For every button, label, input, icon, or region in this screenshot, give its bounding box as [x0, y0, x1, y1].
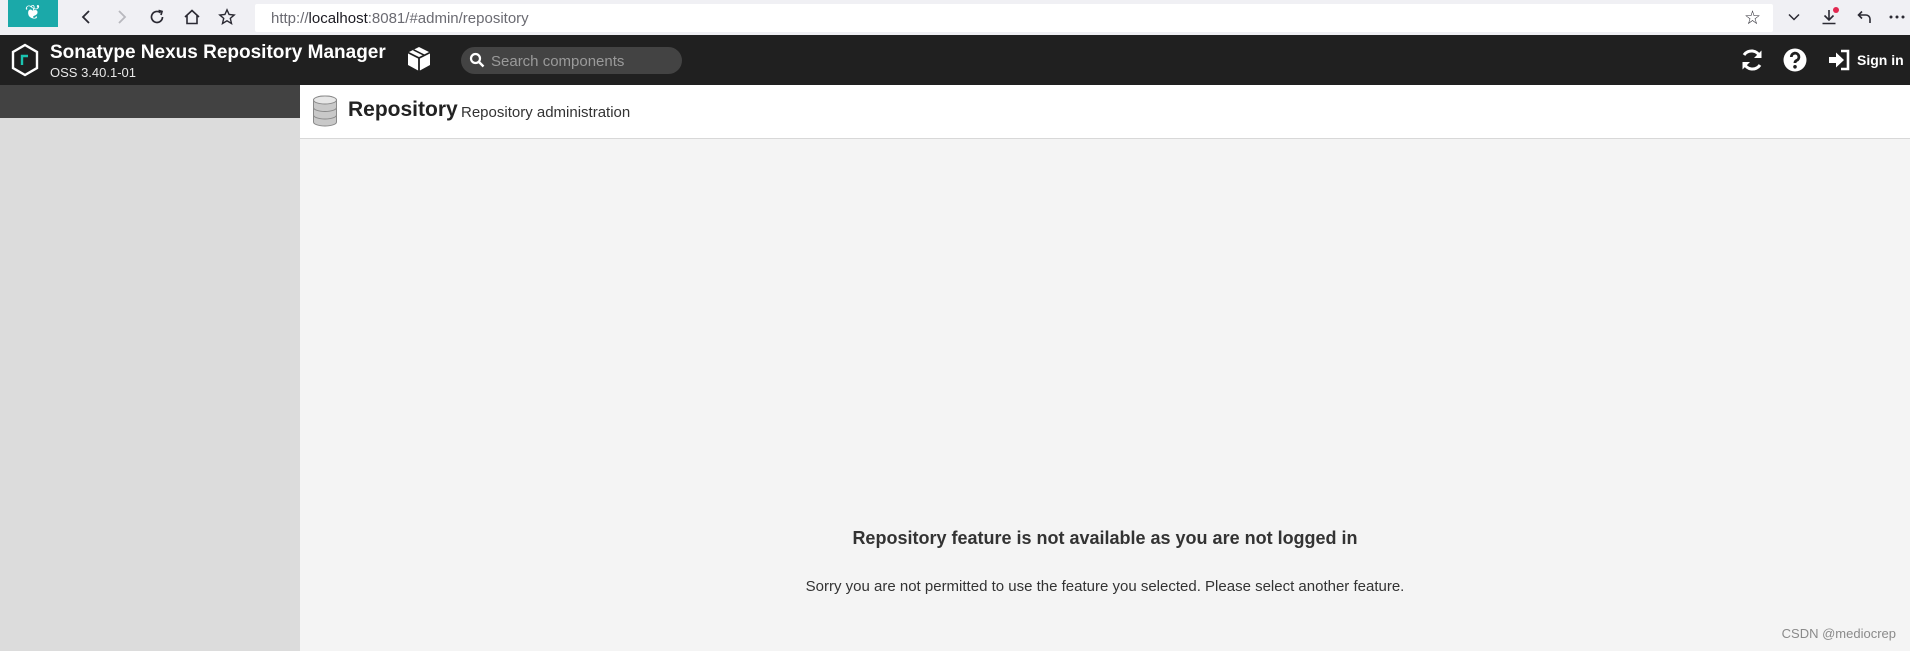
sidebar [0, 85, 300, 651]
search-box [461, 47, 682, 74]
star-icon [218, 8, 236, 25]
browse-cube-icon[interactable] [406, 45, 432, 73]
list-tabs-button[interactable] [1781, 4, 1807, 30]
back-arrow-icon [81, 10, 90, 24]
app-name: Sonatype Nexus Repository Manager [50, 42, 386, 63]
address-bar[interactable]: http://localhost:8081/#admin/repository … [255, 4, 1773, 32]
page-subtitle: Repository administration [461, 104, 631, 121]
home-button[interactable] [179, 4, 205, 30]
app-header: Sonatype Nexus Repository Manager OSS 3.… [0, 35, 1910, 85]
bookmark-star-icon[interactable]: ☆ [1744, 7, 1761, 30]
sign-in-icon [1829, 49, 1850, 71]
browser-toolbar: ❦ http://localhost:8081/#admin/repositor… [0, 0, 1910, 35]
reload-button[interactable] [144, 4, 170, 30]
watermark: CSDN @mediocrep [1781, 626, 1896, 641]
url-text: http://localhost:8081/#admin/repository [271, 10, 529, 27]
app-version: OSS 3.40.1-01 [50, 65, 136, 80]
downloads-button[interactable] [1816, 4, 1842, 30]
menu-button[interactable] [1884, 4, 1910, 30]
reload-icon [150, 9, 164, 24]
page-title: Repository [348, 98, 458, 121]
sign-in-label: Sign in [1857, 52, 1904, 68]
more-icon [1889, 15, 1905, 19]
back-button[interactable] [74, 4, 100, 30]
bookmarks-button[interactable] [214, 4, 240, 30]
favicon-icon: ❦ [8, 0, 58, 27]
database-icon [313, 95, 337, 127]
forward-arrow-icon [118, 10, 127, 24]
sidebar-header [0, 85, 300, 118]
home-icon [184, 9, 200, 25]
not-logged-in-message: Sorry you are not permitted to use the f… [805, 578, 1405, 595]
download-badge [1833, 7, 1839, 13]
nexus-logo-icon[interactable] [10, 43, 40, 77]
sign-in-button[interactable]: Sign in [1827, 46, 1904, 74]
forward-button[interactable] [108, 4, 134, 30]
feature-header: Repository Repository administration [300, 85, 1910, 139]
undo-icon [1857, 10, 1871, 23]
refresh-icon[interactable] [1738, 46, 1766, 74]
not-logged-in-title: Repository feature is not available as y… [852, 528, 1358, 548]
search-input[interactable] [489, 50, 678, 73]
chevron-down-icon [1788, 13, 1800, 21]
undo-button[interactable] [1851, 4, 1877, 30]
search-icon [469, 52, 485, 68]
help-icon[interactable] [1781, 46, 1809, 74]
